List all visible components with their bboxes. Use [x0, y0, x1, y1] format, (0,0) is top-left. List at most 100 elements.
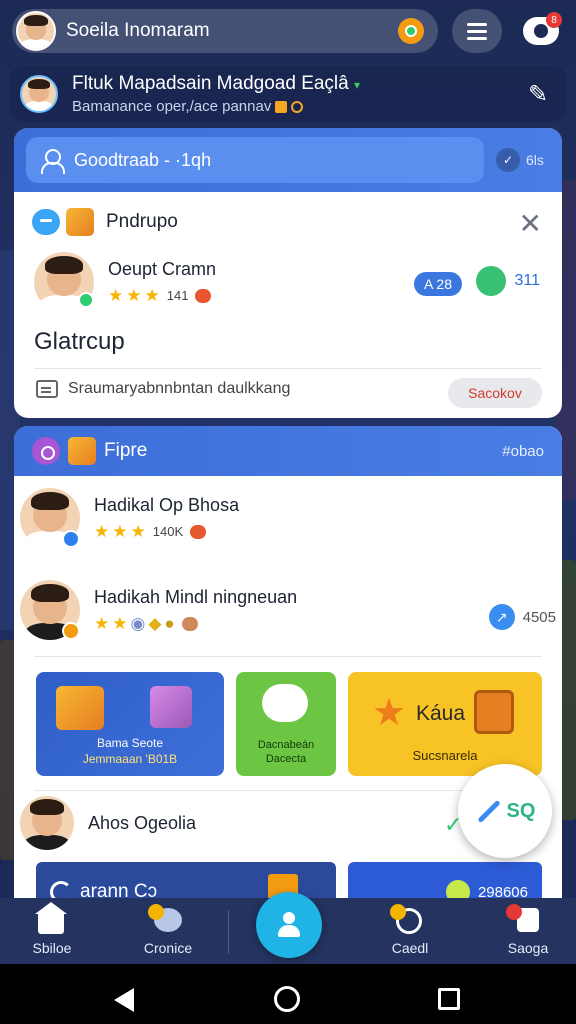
nav-label: Cronice [143, 940, 193, 956]
rating-count: 140K [152, 524, 184, 539]
chest-icon [474, 690, 514, 734]
system-navigation [0, 964, 576, 1024]
user-outline-icon [40, 149, 65, 174]
location-icon[interactable] [398, 18, 424, 44]
nav-shop[interactable]: Saoga [488, 904, 568, 956]
tools-icon[interactable]: ✎ [518, 74, 558, 114]
achievement-icons: ★ ★ ◉ ◆ ● [94, 614, 297, 634]
heart-icon [181, 616, 198, 631]
person-icon [276, 912, 302, 938]
level-pill[interactable]: A 28 [413, 272, 462, 296]
star-icon: ★ [94, 613, 110, 633]
pen-icon [476, 799, 501, 823]
nav-label: Saoga [507, 940, 549, 956]
feed-header-link[interactable]: #obao [502, 443, 544, 460]
share-icon: ↗ [488, 604, 515, 630]
box-mini-icon [275, 101, 288, 114]
status-icon [62, 622, 80, 640]
nav-label: Sbiloe [32, 940, 72, 956]
badge-icon [506, 904, 522, 920]
compose-fab[interactable]: SQ [458, 764, 552, 858]
home-button-icon[interactable] [274, 986, 300, 1012]
nav-community[interactable]: Cronice [128, 904, 208, 956]
banner-avatar [20, 75, 58, 113]
promo-tile-yellow[interactable]: ★ Káua Sucsnarela [348, 672, 542, 776]
card-header: Goodtraab - ·1qh ✓ 6ls [14, 128, 562, 192]
nav-activity[interactable]: Caedl [370, 904, 450, 956]
share-counter[interactable]: ↗ 4505 [488, 604, 556, 630]
close-icon[interactable]: ✕ [519, 210, 542, 238]
star-icon: ★ [144, 285, 160, 305]
header-settings[interactable]: ✓ 6ls [496, 148, 544, 172]
badge-icon [32, 437, 60, 465]
trophy-icon: ● [164, 613, 175, 633]
list-item[interactable]: Hadikal Op Bhosa ★ ★ ★ 140K [20, 488, 239, 548]
top-bar: Soeila Inomaram 8 [0, 0, 576, 64]
rating-count: 141 [166, 288, 189, 303]
card-action-button[interactable]: Sacokov [448, 378, 542, 408]
document-icon [36, 380, 58, 398]
check-circle-icon: ✓ [496, 148, 520, 172]
points-icon [476, 266, 507, 296]
tile-line2: Jemmaaan 'B01B [82, 752, 178, 766]
chat-icon [32, 209, 60, 235]
profile-banner[interactable]: Fltuk Mapadsain Madgoad Eaçlâ ▾ Bamananc… [10, 66, 566, 122]
list-item[interactable]: Ahos Ogeolia [20, 796, 196, 850]
menu-button[interactable] [452, 9, 502, 53]
feed-header: Fipre #obao [14, 426, 562, 476]
heart-icon [195, 288, 212, 303]
box-icon [66, 208, 94, 236]
divider [34, 368, 542, 369]
footer-text: Sraumaryabnnbntan daulkkang [68, 380, 291, 397]
star-rating: ★ ★ ★ 141 [108, 286, 216, 306]
online-dot-icon [78, 292, 94, 308]
user-avatar[interactable] [16, 11, 56, 51]
sheep-icon [262, 684, 308, 722]
recent-apps-icon[interactable] [438, 988, 460, 1010]
feed-title: Fipre [104, 440, 148, 461]
top-search-bar[interactable]: Soeila Inomaram [12, 9, 438, 53]
section-title: Pndrupo [106, 211, 178, 232]
star-rating: ★ ★ ★ 140K [94, 522, 239, 542]
badge-icon [148, 904, 164, 920]
promo-tile-green[interactable]: Dacnabeán Dacecta [236, 672, 336, 776]
card-search-placeholder: Goodtraab - ·1qh [74, 149, 212, 170]
list-item-name: Hadikal Op Bhosa [94, 494, 240, 515]
heart-icon [190, 524, 207, 539]
cube-icon [56, 686, 104, 730]
star-icon: ★ [94, 521, 110, 541]
share-count: 4505 [522, 608, 556, 626]
star-icon: ★ [372, 692, 407, 734]
points-counter[interactable]: 311 [476, 266, 540, 296]
top-search-text: Soeila Inomaram [66, 20, 210, 41]
star-icon: ★ [126, 285, 142, 305]
nav-profile-button[interactable] [256, 892, 322, 958]
gift-box-icon [150, 686, 192, 728]
list-item-name: Ahos Ogeolia [88, 812, 197, 833]
featured-user[interactable]: Oeupt Cramn ★ ★ ★ 141 [34, 252, 216, 312]
divider [34, 656, 542, 657]
featured-user-name: Oeupt Cramn [108, 258, 217, 279]
star-icon: ★ [130, 521, 146, 541]
tile-label: Káua [416, 702, 466, 725]
nav-separator [228, 910, 229, 954]
star-icon: ★ [112, 613, 128, 633]
notification-button[interactable]: 8 [518, 8, 564, 54]
banner-title: Fltuk Mapadsain Madgoad Eaçlâ ▾ [72, 73, 361, 94]
home-icon [35, 902, 67, 934]
medal-icon: ◉ [130, 613, 146, 633]
list-item[interactable]: Hadikah Mindl ningneuan ★ ★ ◉ ◆ ● [20, 580, 297, 640]
tile-subtitle: Sucsnarela [412, 748, 478, 763]
card-search-field[interactable]: Goodtraab - ·1qh [26, 137, 484, 183]
promo-tile-blue[interactable]: Bama Seote Jemmaaan 'B01B [36, 672, 224, 776]
star-icon: ★ [108, 285, 124, 305]
verified-icon [62, 530, 80, 548]
back-icon[interactable] [114, 988, 134, 1012]
star-icon: ★ [112, 521, 128, 541]
nav-home[interactable]: Sbiloe [12, 902, 92, 956]
profile-card: Goodtraab - ·1qh ✓ 6ls Pndrupo ✕ Oeupt C… [14, 128, 562, 418]
points-count: 311 [514, 272, 540, 289]
shield-icon: ◆ [148, 613, 162, 633]
fab-label: SQ [506, 799, 536, 822]
list-item-name: Hadikah Mindl ningneuan [94, 586, 298, 607]
